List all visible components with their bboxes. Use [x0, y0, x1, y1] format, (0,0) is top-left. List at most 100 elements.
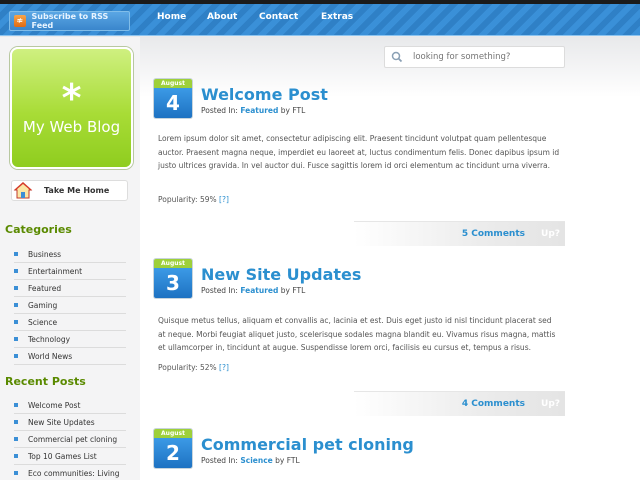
- nav-extras-link[interactable]: Extras: [321, 12, 353, 22]
- square-bullet-icon: [14, 403, 18, 407]
- category-label: Business: [28, 249, 62, 259]
- posted-in-label: Posted In:: [201, 286, 238, 295]
- rss-label: Subscribe to RSS Feed: [31, 12, 109, 30]
- post-footer: 5 Comments Up?: [354, 221, 565, 246]
- post-title-link[interactable]: Commercial pet cloning: [201, 435, 414, 454]
- nav-about-link[interactable]: About: [207, 12, 237, 22]
- category-label: Science: [28, 317, 58, 327]
- popularity-value: 52%: [199, 363, 217, 372]
- category-item[interactable]: Featured: [14, 280, 126, 297]
- category-label: World News: [28, 351, 73, 361]
- post-category-link[interactable]: Science: [240, 456, 272, 465]
- recent-post-item[interactable]: New Site Updates: [14, 414, 126, 431]
- popularity-help-link[interactable]: [?]: [219, 195, 229, 204]
- rss-icon: ≉: [14, 15, 26, 27]
- top-navigation-bar: ≉ Subscribe to RSS Feed Home About Conta…: [0, 0, 640, 36]
- site-logo[interactable]: * My Web Blog: [10, 47, 133, 169]
- recent-post-label: Top 10 Games List: [28, 451, 97, 461]
- square-bullet-icon: [14, 320, 18, 324]
- post-author: by FTL: [280, 106, 306, 115]
- category-item[interactable]: Business: [14, 246, 126, 263]
- post-excerpt: Quisque metus tellus, aliquam et convall…: [158, 316, 556, 352]
- category-item[interactable]: Gaming: [14, 297, 126, 314]
- date-day: 4: [154, 88, 192, 118]
- recent-post-label: Eco communities: Living: [28, 468, 120, 478]
- post-card: August 4 Welcome Post Posted In: Feature…: [154, 79, 565, 249]
- recent-post-item[interactable]: Top 10 Games List: [14, 448, 126, 465]
- square-bullet-icon: [14, 303, 18, 307]
- scroll-up-link[interactable]: Up?: [541, 399, 560, 409]
- post-author: by FTL: [275, 456, 300, 465]
- post-category-link[interactable]: Featured: [240, 286, 278, 295]
- category-label: Entertainment: [28, 266, 83, 276]
- square-bullet-icon: [14, 269, 18, 273]
- recent-post-label: Welcome Post: [28, 400, 81, 410]
- categories-list: Business Entertainment Featured Gaming S…: [14, 246, 126, 365]
- posted-in-label: Posted In:: [201, 456, 238, 465]
- date-badge: August 4: [154, 79, 192, 118]
- category-label: Gaming: [28, 300, 58, 310]
- recent-posts-heading: Recent Posts: [5, 375, 86, 388]
- take-me-home-label: Take Me Home: [44, 186, 110, 195]
- category-item[interactable]: World News: [14, 348, 126, 365]
- recent-post-item[interactable]: Commercial pet cloning: [14, 431, 126, 448]
- category-item[interactable]: Science: [14, 314, 126, 331]
- date-month: August: [154, 429, 192, 438]
- category-item[interactable]: Technology: [14, 331, 126, 348]
- post-title-link[interactable]: New Site Updates: [201, 265, 361, 284]
- square-bullet-icon: [14, 437, 18, 441]
- post-meta: Posted In: Featured by FTL: [201, 286, 305, 295]
- square-bullet-icon: [14, 337, 18, 341]
- recent-post-label: Commercial pet cloning: [28, 434, 118, 444]
- post-title-link[interactable]: Welcome Post: [201, 85, 328, 104]
- date-badge: August 2: [154, 429, 192, 468]
- logo-asterisk: *: [61, 76, 82, 120]
- nav-home-link[interactable]: Home: [157, 12, 186, 22]
- house-icon: [12, 180, 34, 201]
- take-me-home-button[interactable]: Take Me Home: [11, 180, 128, 201]
- sidebar: * My Web Blog Take Me Home Categories Bu…: [0, 37, 140, 480]
- main-content: August 4 Welcome Post Posted In: Feature…: [140, 37, 640, 480]
- post-card: August 2 Commercial pet cloning Posted I…: [154, 429, 565, 480]
- rss-subscribe-button[interactable]: ≉ Subscribe to RSS Feed: [9, 11, 130, 31]
- popularity-label: Popularity:: [158, 195, 198, 204]
- popularity-help-link[interactable]: [?]: [219, 363, 229, 372]
- popularity-label: Popularity:: [158, 363, 198, 372]
- recent-post-item[interactable]: Eco communities: Living: [14, 465, 126, 480]
- post-category-link[interactable]: Featured: [240, 106, 278, 115]
- date-month: August: [154, 79, 192, 88]
- date-day: 2: [154, 438, 192, 468]
- post-author: by FTL: [280, 286, 306, 295]
- square-bullet-icon: [14, 354, 18, 358]
- categories-heading: Categories: [5, 223, 72, 236]
- post-footer: 4 Comments Up?: [354, 391, 565, 416]
- category-label: Technology: [28, 334, 71, 344]
- post-meta: Posted In: Featured by FTL: [201, 106, 305, 115]
- search-box[interactable]: [384, 46, 565, 68]
- scroll-up-link[interactable]: Up?: [541, 229, 560, 239]
- category-label: Featured: [28, 283, 62, 293]
- post-card: August 3 New Site Updates Posted In: Fea…: [154, 259, 565, 424]
- search-icon: [385, 46, 409, 68]
- popularity: Popularity: 59% [?]: [158, 195, 229, 204]
- recent-post-label: New Site Updates: [28, 417, 95, 427]
- popularity: Popularity: 52% [?]: [158, 363, 229, 372]
- square-bullet-icon: [14, 454, 18, 458]
- logo-title: My Web Blog: [22, 118, 121, 136]
- posted-in-label: Posted In:: [201, 106, 238, 115]
- recent-posts-list: Welcome Post New Site Updates Commercial…: [14, 397, 126, 480]
- popularity-value: 59%: [199, 195, 217, 204]
- square-bullet-icon: [14, 252, 18, 256]
- date-badge: August 3: [154, 259, 192, 298]
- comments-link[interactable]: 4 Comments: [462, 399, 525, 409]
- post-excerpt: Lorem ipsum dolor sit amet, consectetur …: [158, 134, 560, 170]
- date-day: 3: [154, 268, 192, 298]
- recent-post-item[interactable]: Welcome Post: [14, 397, 126, 414]
- category-item[interactable]: Entertainment: [14, 263, 126, 280]
- search-input[interactable]: [413, 52, 563, 62]
- comments-link[interactable]: 5 Comments: [462, 229, 525, 239]
- date-month: August: [154, 259, 192, 268]
- nav-contact-link[interactable]: Contact: [259, 12, 298, 22]
- square-bullet-icon: [14, 420, 18, 424]
- square-bullet-icon: [14, 286, 18, 290]
